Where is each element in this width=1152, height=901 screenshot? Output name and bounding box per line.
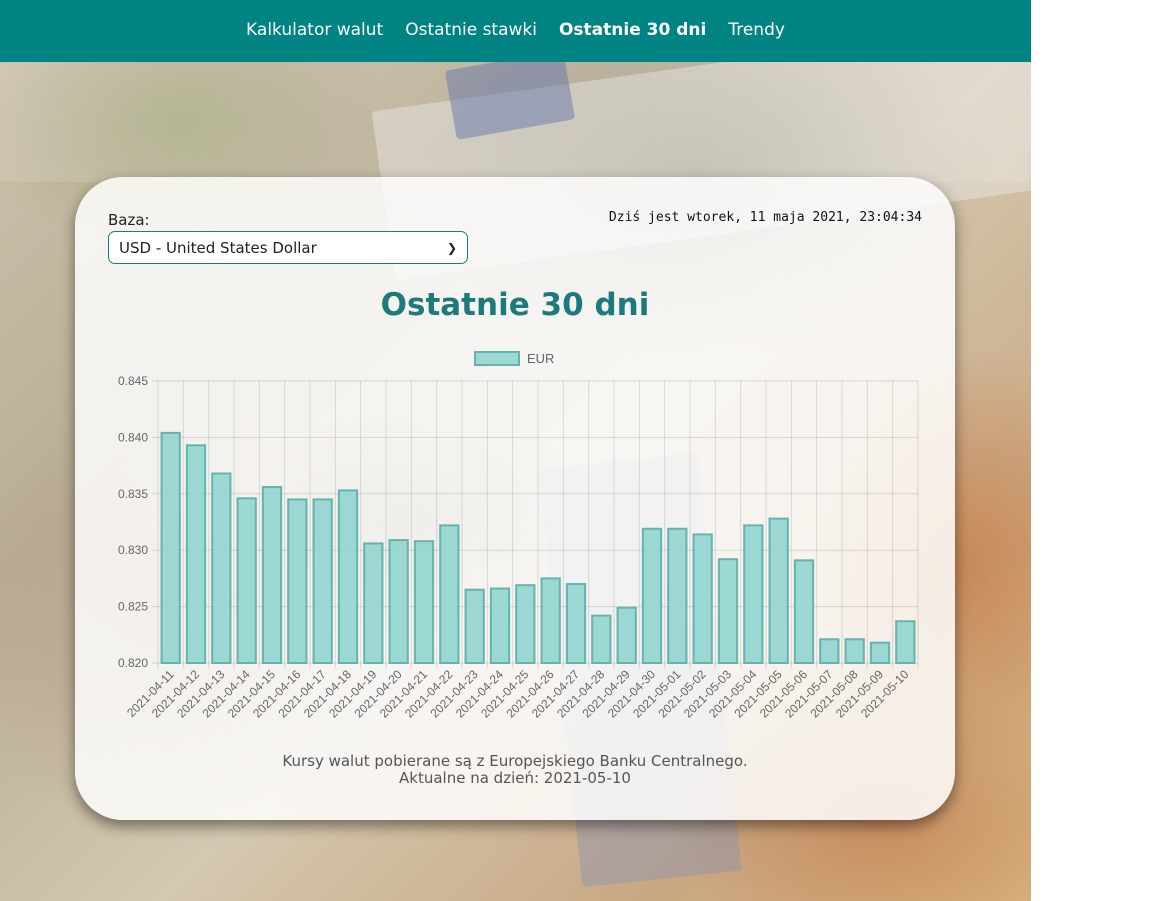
bar [591,614,612,664]
bar [211,472,232,664]
base-currency-select[interactable]: USD - United States Dollar ❯ [108,231,468,264]
footer-source-text: Kursy walut pobierane są z Europejskiego… [282,752,748,770]
nav-link-trendy[interactable]: Trendy [728,20,785,42]
y-tick-label: 0.820 [118,656,148,670]
top-navbar: Kalkulator walut Ostatnie stawki Ostatni… [0,0,1031,62]
y-tick-label: 0.830 [118,543,148,557]
base-select-value: USD - United States Dollar [119,238,317,257]
eur-rate-bar-chart: 0.8450.8400.8350.8300.8250.8202021-04-11… [118,351,919,721]
legend-label: EUR [527,351,554,366]
footer-note: Kursy walut pobierane są z Europejskiego… [75,753,955,787]
bar [413,540,435,664]
bar [261,486,283,664]
current-date-text: Dziś jest wtorek, 11 maja 2021, 23:04:34 [608,210,922,225]
bar [717,558,739,664]
bar [236,497,257,664]
bar [363,542,384,665]
bar [540,577,561,664]
bar [185,444,207,664]
bar [667,527,688,664]
bar [489,587,511,664]
bar [844,638,865,665]
bar [743,524,764,664]
y-tick-label: 0.835 [118,487,148,501]
chevron-down-icon: ❯ [446,240,457,255]
bar [895,620,916,665]
bar [641,527,663,664]
bar [692,533,713,664]
y-tick-label: 0.825 [118,600,148,614]
legend-swatch [474,351,520,366]
bar [160,431,181,664]
nav-link-ostatnie-30-dni[interactable]: Ostatnie 30 dni [559,20,706,42]
bar [312,498,333,664]
base-label: Baza: [108,211,150,229]
bar [287,498,308,664]
bar [793,559,815,665]
bar [337,489,359,664]
bar [819,638,840,665]
banknote-blue-patch [444,50,576,140]
nav-link-kalkulator[interactable]: Kalkulator walut [246,20,383,42]
bar [565,583,587,664]
footer-date-text: Aktualne na dzień: 2021-05-10 [399,769,631,787]
banknote-light [0,62,1031,182]
bar [869,641,891,665]
main-card: Baza: USD - United States Dollar ❯ Dziś … [75,177,955,820]
bar [439,524,460,664]
bar [616,606,637,664]
bar [768,517,789,664]
y-tick-label: 0.840 [118,430,148,444]
bar [464,588,485,664]
page-title: Ostatnie 30 dni [380,287,650,323]
bar [388,539,409,665]
nav-link-ostatnie-stawki[interactable]: Ostatnie stawki [405,20,537,42]
y-tick-label: 0.845 [118,374,148,388]
bar [515,584,536,664]
